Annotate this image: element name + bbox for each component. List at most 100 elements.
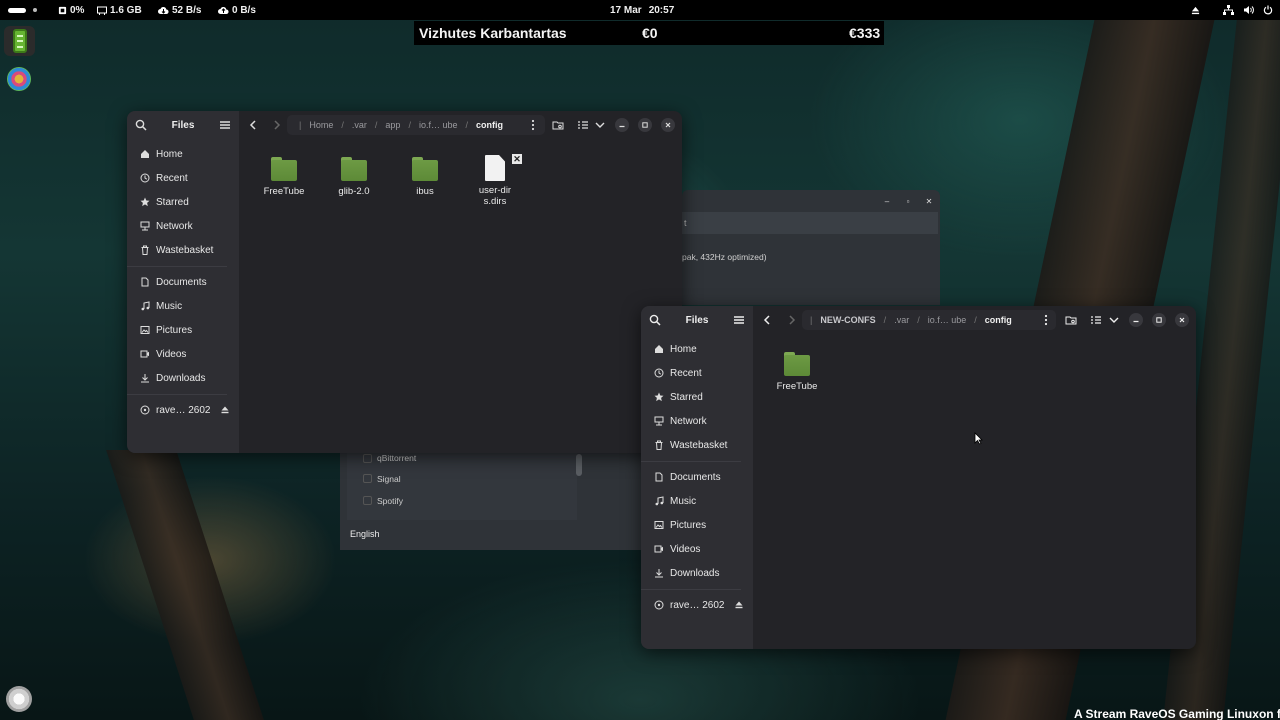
new-folder-button[interactable] xyxy=(550,117,566,133)
eject-indicator[interactable] xyxy=(1191,0,1200,20)
folder-icon xyxy=(271,157,297,181)
sidebar-item-drive[interactable]: rave… 2602 xyxy=(133,400,233,420)
list-item[interactable]: Signal xyxy=(377,474,401,484)
minimize-button[interactable] xyxy=(615,118,629,132)
files-window-2[interactable]: Files | NEW-CONFS / .var / io.f… ube / conf… xyxy=(641,306,1196,649)
sidebar-item-recent[interactable]: Recent xyxy=(647,363,747,383)
sidebar-item-videos[interactable]: Videos xyxy=(647,539,747,559)
sidebar-item-music[interactable]: Music xyxy=(133,296,233,316)
folder-item[interactable]: ibus xyxy=(393,157,457,197)
app-list[interactable]: qBittorrent Signal Spotify xyxy=(347,452,582,520)
workspace-indicator[interactable] xyxy=(8,0,37,20)
dock-app-logo-icon[interactable] xyxy=(7,67,31,91)
crumb-config[interactable]: config xyxy=(985,315,1012,325)
more-vertical-icon xyxy=(1044,314,1048,326)
folder-item[interactable]: glib-2.0 xyxy=(322,157,386,197)
crumb-config[interactable]: config xyxy=(476,120,503,130)
path-menu-button[interactable] xyxy=(525,117,541,133)
sidebar-item-pictures[interactable]: Pictures xyxy=(133,320,233,340)
cpu-icon xyxy=(58,6,67,14)
sidebar-item-wastebasket[interactable]: Wastebasket xyxy=(647,435,747,455)
list-view-icon xyxy=(578,121,588,129)
sidebar-item-downloads[interactable]: Downloads xyxy=(133,368,233,388)
maximize-button[interactable] xyxy=(638,118,652,132)
sidebar-item-pictures[interactable]: Pictures xyxy=(647,515,747,535)
download-icon xyxy=(141,374,149,383)
view-options-button[interactable] xyxy=(1106,312,1122,328)
forward-button[interactable] xyxy=(784,312,800,328)
language-label[interactable]: English xyxy=(350,529,380,539)
maximize-icon[interactable]: ▫ xyxy=(902,196,914,208)
sidebar-item-home[interactable]: Home xyxy=(133,144,233,164)
sidebar-item-documents[interactable]: Documents xyxy=(647,467,747,487)
forward-button[interactable] xyxy=(269,117,285,133)
mouse-cursor-icon xyxy=(974,432,983,445)
sidebar-item-starred[interactable]: Starred xyxy=(133,192,233,212)
background-window[interactable]: – ▫ ✕ t pak, 432Hz optimized) xyxy=(682,190,940,305)
folder-item[interactable]: FreeTube xyxy=(765,352,829,392)
close-button[interactable] xyxy=(661,118,675,132)
list-item[interactable]: Spotify xyxy=(377,496,403,506)
breadcrumb: | NEW-CONFS / .var / io.f… ube / config xyxy=(810,315,1012,325)
back-button[interactable] xyxy=(759,312,775,328)
eject-icon[interactable] xyxy=(220,405,230,415)
dock-app-phone[interactable] xyxy=(4,26,35,56)
checkbox[interactable] xyxy=(363,474,372,483)
cpu-indicator[interactable]: 0% xyxy=(58,0,84,20)
clock[interactable]: 17 Mar 20:57 xyxy=(610,0,674,20)
chevron-left-icon xyxy=(763,315,770,325)
hamburger-icon xyxy=(220,121,230,129)
close-button[interactable] xyxy=(1175,313,1189,327)
eject-icon[interactable] xyxy=(734,600,744,610)
files-window-1[interactable]: Files | Home / .var / app / io.f… ube / conf… xyxy=(127,111,682,453)
main-menu-button[interactable] xyxy=(217,117,233,133)
chevron-right-icon xyxy=(789,315,796,325)
crumb-home[interactable]: Home xyxy=(309,120,333,130)
crumb-var[interactable]: .var xyxy=(894,315,909,325)
crumb-freetube[interactable]: io.f… ube xyxy=(419,120,458,130)
system-menu[interactable] xyxy=(1223,0,1273,20)
minimize-button[interactable] xyxy=(1129,313,1143,327)
sidebar-item-home[interactable]: Home xyxy=(647,339,747,359)
list-view-icon xyxy=(1091,316,1101,324)
view-toggle-button[interactable] xyxy=(575,117,591,133)
list-item[interactable]: qBittorrent xyxy=(377,453,416,463)
minimize-icon[interactable]: – xyxy=(881,196,893,208)
sidebar-item-network[interactable]: Network xyxy=(133,216,233,236)
upload-indicator[interactable]: 0 B/s xyxy=(218,0,256,20)
image-icon xyxy=(654,521,664,529)
crumb-app[interactable]: app xyxy=(385,120,400,130)
new-folder-button[interactable] xyxy=(1063,312,1079,328)
sidebar-item-wastebasket[interactable]: Wastebasket xyxy=(133,240,233,260)
sidebar-item-music[interactable]: Music xyxy=(647,491,747,511)
download-indicator[interactable]: 52 B/s xyxy=(158,0,201,20)
view-toggle-button[interactable] xyxy=(1088,312,1104,328)
sidebar-item-videos[interactable]: Videos xyxy=(133,344,233,364)
crumb-var[interactable]: .var xyxy=(352,120,367,130)
background-window-list[interactable]: qBittorrent Signal Spotify English xyxy=(340,452,642,550)
crumb-new-confs[interactable]: NEW-CONFS xyxy=(820,315,875,325)
path-menu-button[interactable] xyxy=(1038,312,1054,328)
crumb-freetube[interactable]: io.f… ube xyxy=(928,315,967,325)
trash-icon xyxy=(141,245,149,255)
memory-indicator[interactable]: 1.6 GB xyxy=(97,0,142,20)
sidebar-item-drive[interactable]: rave… 2602 xyxy=(647,595,747,615)
folder-icon xyxy=(784,352,810,376)
maximize-button[interactable] xyxy=(1152,313,1166,327)
sidebar-item-documents[interactable]: Documents xyxy=(133,272,233,292)
file-item[interactable]: ✕ user-dirs.dirs xyxy=(463,154,527,207)
folder-item[interactable]: FreeTube xyxy=(252,157,316,197)
sidebar-item-recent[interactable]: Recent xyxy=(133,168,233,188)
corner-logo-icon[interactable] xyxy=(6,686,32,712)
sidebar-item-downloads[interactable]: Downloads xyxy=(647,563,747,583)
scrollbar[interactable] xyxy=(576,454,582,476)
sidebar-item-network[interactable]: Network xyxy=(647,411,747,431)
back-button[interactable] xyxy=(245,117,261,133)
background-field[interactable]: t xyxy=(682,212,938,234)
main-menu-button[interactable] xyxy=(731,312,747,328)
close-icon[interactable]: ✕ xyxy=(923,196,935,208)
checkbox[interactable] xyxy=(363,496,372,505)
sidebar-item-starred[interactable]: Starred xyxy=(647,387,747,407)
checkbox[interactable] xyxy=(363,454,372,463)
view-options-button[interactable] xyxy=(592,117,608,133)
